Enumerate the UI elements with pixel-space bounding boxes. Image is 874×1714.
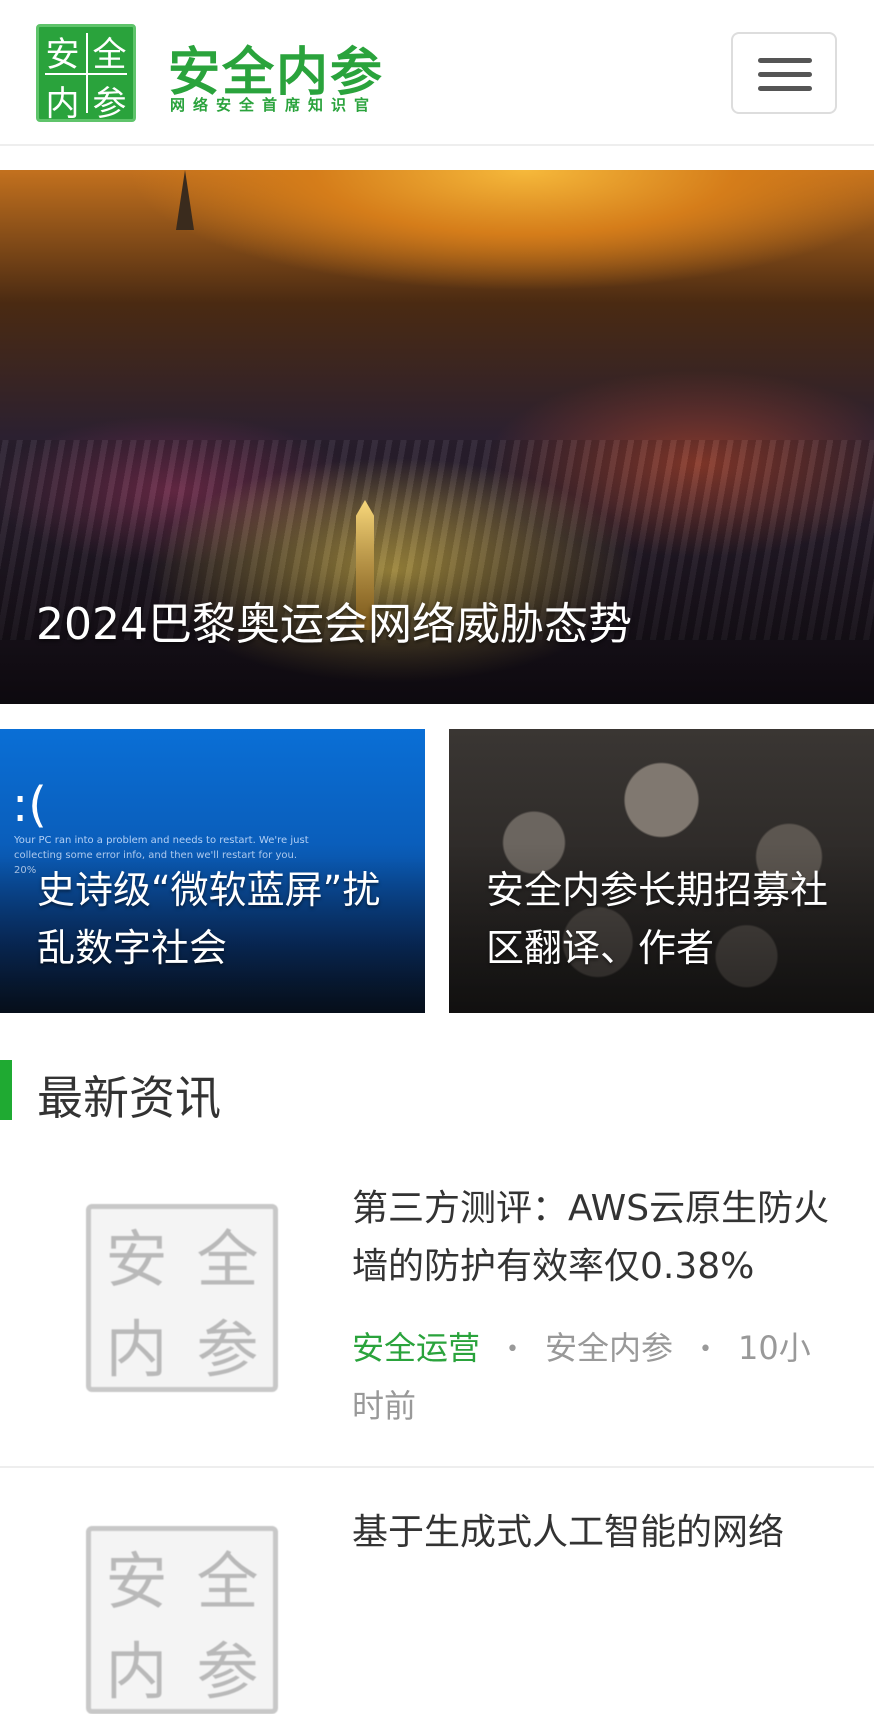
article-thumbnail[interactable]: 安 全 内 参	[86, 1526, 278, 1714]
hero-title[interactable]: 2024巴黎奥运会网络威胁态势	[36, 588, 632, 652]
hamburger-menu-button[interactable]	[731, 32, 837, 114]
brand-slogan: 网络安全首席知识官	[170, 96, 378, 114]
logo-char: 安	[105, 1545, 168, 1618]
logo-char: 安	[105, 1223, 168, 1296]
article-meta: 安全运营 • 安全内参 • 10小时前	[352, 1320, 832, 1434]
seal-divider	[86, 33, 88, 113]
article-category[interactable]: 安全运营	[352, 1329, 480, 1367]
article-thumbnail[interactable]: 安 全 内 参	[86, 1204, 278, 1392]
eiffel-tower-graphic	[176, 170, 194, 230]
logo-char: 安	[45, 35, 80, 75]
meta-separator: •	[506, 1337, 519, 1362]
logo-char: 参	[196, 1313, 259, 1386]
featured-card-recruit[interactable]: 安全内参长期招募社区翻译、作者	[449, 729, 874, 1013]
featured-card-bsod[interactable]: :( Your PC ran into a problem and needs …	[0, 729, 425, 1013]
logo-char: 全	[196, 1223, 259, 1296]
logo-char: 内	[105, 1313, 168, 1386]
article-title[interactable]: 基于生成式人工智能的网络	[352, 1504, 842, 1562]
logo-char: 内	[105, 1635, 168, 1708]
logo-char: 内	[45, 84, 80, 124]
section-accent-bar	[0, 1060, 12, 1120]
meta-separator: •	[699, 1337, 712, 1362]
logo-char: 参	[196, 1635, 259, 1708]
article-title[interactable]: 第三方测评：AWS云原生防火墙的防护有效率仅0.38%	[352, 1180, 842, 1296]
section-title: 最新资讯	[37, 1071, 221, 1125]
card-title[interactable]: 安全内参长期招募社区翻译、作者	[486, 861, 846, 977]
site-logo[interactable]: 安 全 内 参	[36, 24, 136, 124]
card-title[interactable]: 史诗级“微软蓝屏”扰乱数字社会	[37, 861, 397, 977]
article-source: 安全内参	[545, 1329, 674, 1367]
logo-char: 全	[196, 1545, 259, 1618]
list-divider	[0, 1466, 874, 1468]
logo-char: 全	[92, 35, 127, 75]
site-header: 安 全 内 参 安全内参 网络安全首席知识官	[0, 0, 874, 146]
logo-char: 参	[92, 84, 127, 124]
bsod-sad-face: :(	[12, 777, 47, 833]
